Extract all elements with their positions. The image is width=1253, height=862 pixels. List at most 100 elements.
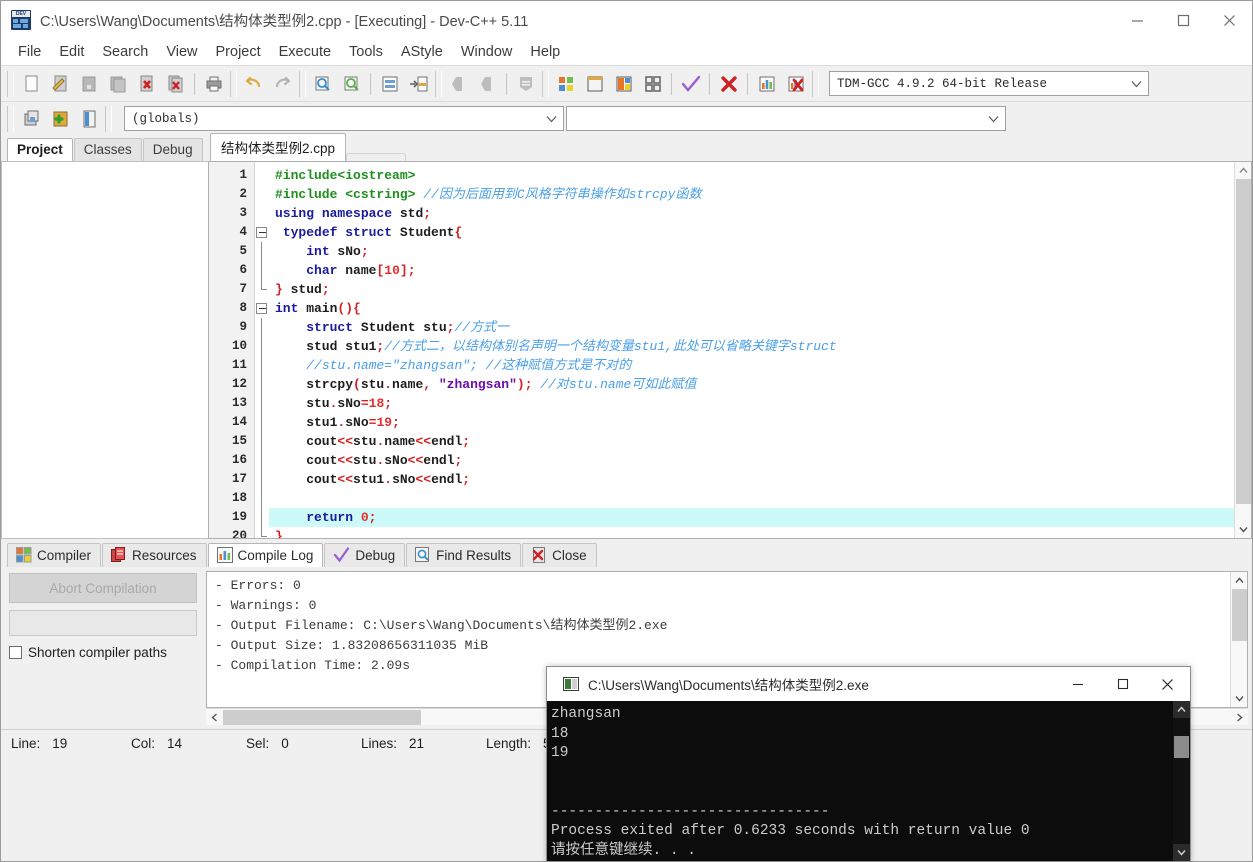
menu-project[interactable]: Project [207, 42, 270, 62]
undo-icon[interactable] [239, 70, 268, 98]
chevron-down-icon[interactable] [539, 107, 563, 130]
fold-collapse-icon[interactable] [256, 227, 267, 238]
toolbar2-grip[interactable] [7, 105, 14, 132]
syntax-check-icon[interactable] [676, 70, 705, 98]
code-line[interactable]: stu1.sNo=19; [269, 413, 1234, 432]
code-line[interactable]: return 0; [269, 508, 1234, 527]
chevron-down-icon[interactable] [1124, 72, 1148, 95]
maximize-button[interactable] [1160, 1, 1206, 39]
project-tree[interactable] [1, 161, 208, 539]
log-vertical-scrollbar[interactable] [1230, 572, 1247, 707]
code-line[interactable]: typedef struct Student{ [269, 223, 1234, 242]
log-scroll-down-arrow-icon[interactable] [1231, 690, 1248, 707]
new-project-icon[interactable] [16, 105, 45, 133]
find-icon[interactable] [308, 70, 337, 98]
menu-tools[interactable]: Tools [340, 42, 392, 62]
redo-icon[interactable] [268, 70, 297, 98]
console-scroll-up-arrow-icon[interactable] [1173, 701, 1190, 718]
save-all-icon[interactable] [103, 70, 132, 98]
menu-search[interactable]: Search [93, 42, 157, 62]
stop-execution-icon[interactable] [714, 70, 743, 98]
console-maximize-button[interactable] [1100, 667, 1145, 701]
fold-cell[interactable] [255, 223, 269, 242]
back-icon[interactable] [444, 70, 473, 98]
close-button[interactable] [1206, 1, 1252, 39]
console-minimize-button[interactable] [1055, 667, 1100, 701]
menu-edit[interactable]: Edit [50, 42, 93, 62]
code-line[interactable]: //stu.name="zhangsan"; //这种赋值方式是不对的 [269, 356, 1234, 375]
log-scroll-up-arrow-icon[interactable] [1231, 572, 1248, 589]
run-icon[interactable] [580, 70, 609, 98]
close-file-icon[interactable] [132, 70, 161, 98]
code-line[interactable]: int sNo; [269, 242, 1234, 261]
code-line[interactable]: } stud; [269, 280, 1234, 299]
code-line[interactable]: strcpy(stu.name, "zhangsan"); //对stu.nam… [269, 375, 1234, 394]
tab-resources[interactable]: Resources [102, 543, 207, 567]
code-line[interactable]: cout<<stu.name<<endl; [269, 432, 1234, 451]
toolbar-grip-4[interactable] [435, 70, 442, 97]
compile-run-icon[interactable] [609, 70, 638, 98]
menu-view[interactable]: View [157, 42, 206, 62]
compiler-set-combo[interactable]: TDM-GCC 4.9.2 64-bit Release [829, 71, 1149, 96]
forward-icon[interactable] [473, 70, 502, 98]
remove-from-project-icon[interactable] [74, 105, 103, 133]
chevron-down-icon[interactable] [981, 107, 1005, 130]
goto-function-icon[interactable] [404, 70, 433, 98]
menu-help[interactable]: Help [521, 42, 569, 62]
console-close-button[interactable] [1145, 667, 1190, 701]
console-scroll-thumb[interactable] [1174, 736, 1189, 758]
symbol-combo[interactable] [566, 106, 1006, 131]
log-hscroll-thumb[interactable] [223, 709, 421, 725]
shorten-compiler-paths-row[interactable]: Shorten compiler paths [9, 645, 198, 660]
console-scroll-track[interactable] [1173, 718, 1190, 844]
globals-combo[interactable]: (globals) [124, 106, 564, 131]
editor-scroll-thumb[interactable] [1235, 179, 1251, 504]
goto-line-icon[interactable] [375, 70, 404, 98]
abort-compilation-button[interactable]: Abort Compilation [9, 573, 197, 603]
scroll-down-arrow-icon[interactable] [1235, 521, 1252, 538]
rebuild-all-icon[interactable] [638, 70, 667, 98]
add-to-project-icon[interactable] [45, 105, 74, 133]
code-line[interactable]: char name[10]; [269, 261, 1234, 280]
code-line[interactable]: stud stu1;//方式二，以结构体别名声明一个结构变量stu1,此处可以省… [269, 337, 1234, 356]
print-icon[interactable] [199, 70, 228, 98]
code-line[interactable]: #include <cstring> //因为后面用到C风格字符串操作如strc… [269, 185, 1234, 204]
menu-file[interactable]: File [9, 42, 50, 62]
code-folding-column[interactable] [255, 162, 269, 538]
delete-profile-icon[interactable] [781, 70, 810, 98]
replace-icon[interactable] [337, 70, 366, 98]
editor-vertical-scrollbar[interactable] [1234, 162, 1251, 538]
toolbar-grip-5[interactable] [542, 70, 549, 97]
console-output-area[interactable]: zhangsan 18 19 -------------------------… [547, 701, 1190, 861]
code-line[interactable]: cout<<stu.sNo<<endl; [269, 451, 1234, 470]
minimize-button[interactable] [1114, 1, 1160, 39]
log-scroll-track[interactable] [1231, 589, 1248, 690]
scroll-up-arrow-icon[interactable] [1235, 162, 1252, 179]
code-line[interactable]: struct Student stu;//方式一 [269, 318, 1234, 337]
compile-icon[interactable] [551, 70, 580, 98]
toolbar-grip-3[interactable] [299, 70, 306, 97]
toolbar-grip[interactable] [7, 70, 14, 97]
toolbar2-grip-2[interactable] [105, 105, 112, 132]
toolbar-grip-2[interactable] [230, 70, 237, 97]
code-editor[interactable]: 123456789101112131415161718192021 #inclu… [208, 161, 1252, 539]
editor-tab-file[interactable]: 结构体类型例2.cpp [210, 133, 347, 161]
code-line[interactable]: } [269, 527, 1234, 538]
menu-execute[interactable]: Execute [270, 42, 340, 62]
code-line[interactable]: using namespace std; [269, 204, 1234, 223]
tab-find-results[interactable]: Find Results [406, 543, 522, 567]
console-window[interactable]: C:\Users\Wang\Documents\结构体类型例2.exe zhan… [546, 666, 1191, 862]
menu-astyle[interactable]: AStyle [392, 42, 452, 62]
tab-debug[interactable]: Debug [142, 138, 203, 161]
toggle-icon[interactable] [511, 70, 540, 98]
console-scroll-down-arrow-icon[interactable] [1173, 844, 1190, 861]
code-line[interactable]: #include<iostream> [269, 166, 1234, 185]
tab-compile-log[interactable]: Compile Log [207, 543, 324, 567]
code-line[interactable]: stu.sNo=18; [269, 394, 1234, 413]
shorten-compiler-paths-checkbox[interactable] [9, 646, 22, 659]
menu-window[interactable]: Window [452, 42, 522, 62]
fold-cell[interactable] [255, 299, 269, 318]
open-file-icon[interactable] [45, 70, 74, 98]
tab-classes[interactable]: Classes [73, 138, 142, 161]
new-file-icon[interactable] [16, 70, 45, 98]
